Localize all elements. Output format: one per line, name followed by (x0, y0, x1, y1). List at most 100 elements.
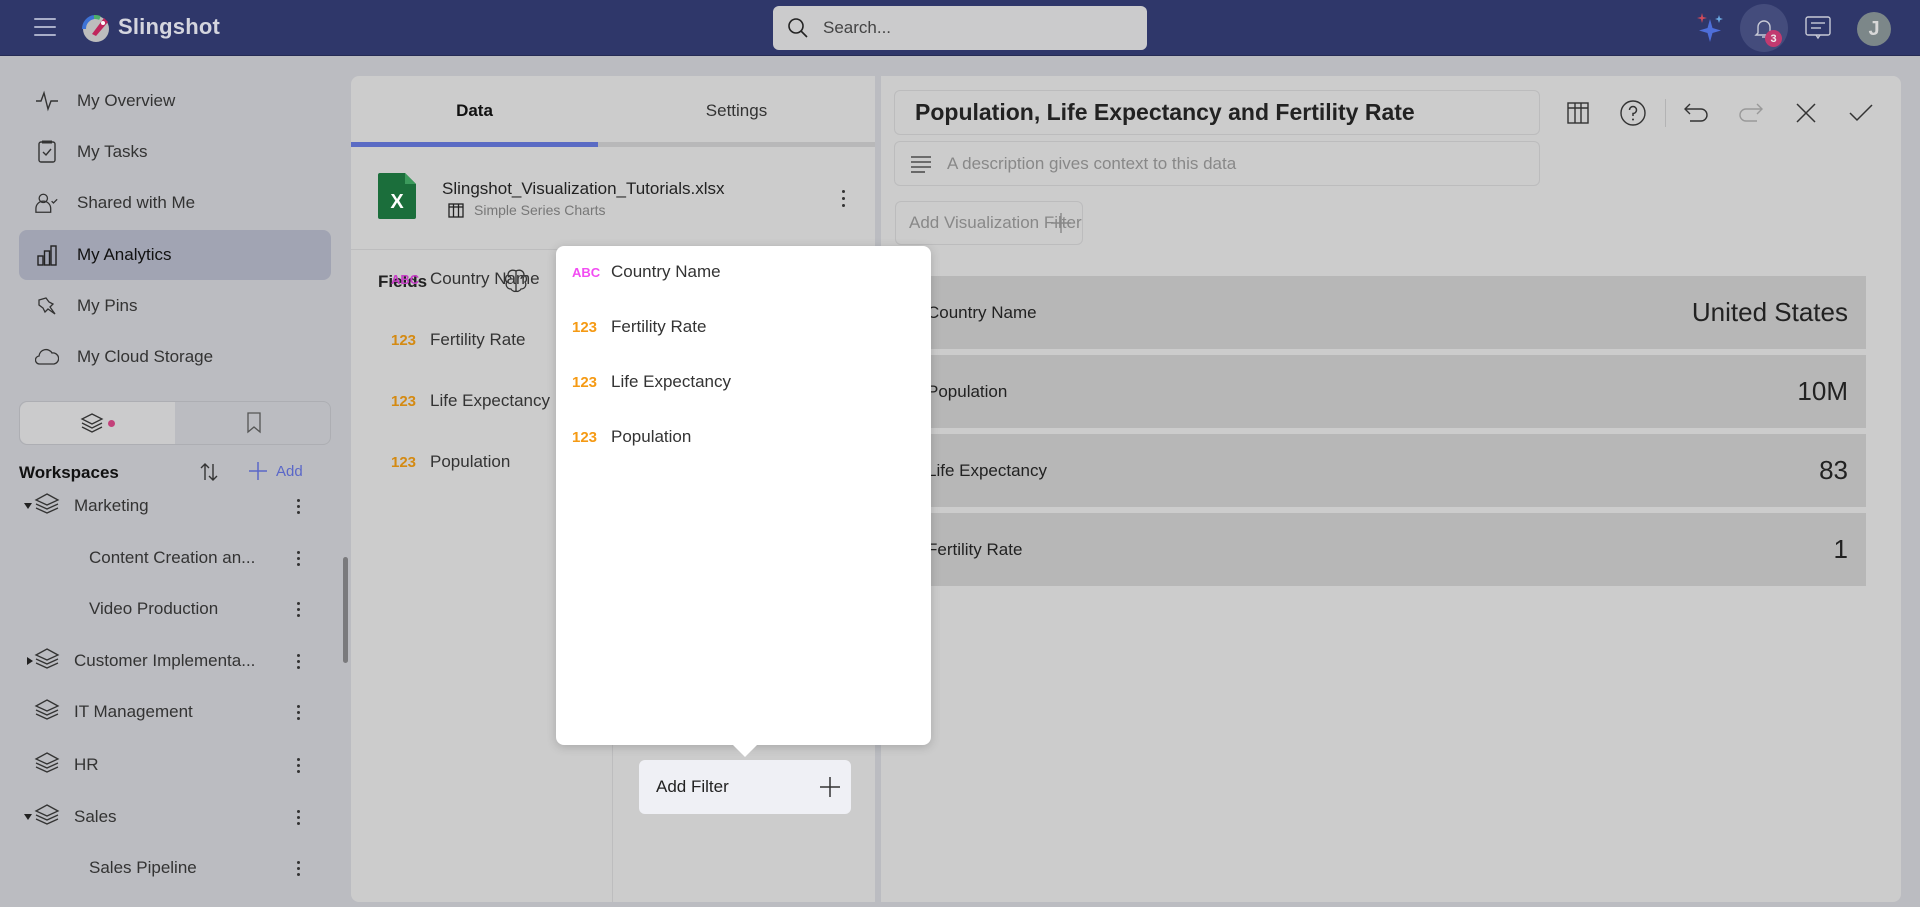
messages-icon[interactable] (1798, 8, 1838, 48)
caret-down-icon[interactable] (24, 503, 32, 509)
data-source-more-icon[interactable] (837, 186, 849, 210)
text-lines-icon (911, 155, 931, 173)
workspace-view-toggle (19, 401, 331, 445)
kpi-value: 83 (1819, 455, 1848, 485)
bar-chart-icon (35, 243, 59, 267)
visualization-title: Population, Life Expectancy and Fertilit… (915, 99, 1415, 125)
data-source-sheet: Simple Series Charts (448, 202, 606, 218)
confirm-check-icon[interactable] (1843, 95, 1879, 131)
workspace-label: Marketing (74, 496, 149, 515)
workspace-label: Customer Implementa... (74, 651, 256, 670)
description-field[interactable] (894, 141, 1540, 186)
workspace-label: Content Creation an... (89, 548, 256, 567)
layers-icon (34, 751, 60, 780)
workspace-item[interactable]: HR (0, 745, 320, 785)
redo-icon[interactable] (1733, 95, 1769, 131)
search-icon (788, 18, 808, 38)
sort-icon[interactable] (197, 460, 221, 489)
field-picker-label: Population (611, 427, 692, 446)
workspace-item[interactable]: Marketing (0, 486, 320, 526)
user-avatar[interactable]: J (1857, 12, 1891, 46)
tab-settings[interactable]: Settings (598, 76, 875, 146)
sidebar-item-my-pins[interactable]: My Pins (19, 281, 331, 331)
layers-icon (34, 492, 60, 521)
cloud-icon (35, 345, 59, 369)
popover-arrow (732, 744, 758, 757)
add-visualization-filter-button[interactable]: Add Visualization Filter (895, 201, 1083, 245)
workspace-label: Video Production (89, 599, 219, 618)
field-type-badge: 123 (391, 453, 417, 471)
bookmarks-tab[interactable] (176, 402, 331, 444)
field-picker-item[interactable]: 123 Population (556, 415, 931, 459)
more-vertical-icon[interactable] (290, 856, 306, 880)
field-type-badge: 123 (572, 373, 598, 391)
top-bar: Slingshot 3 J (0, 0, 1920, 56)
field-label: Fertility Rate (430, 330, 526, 349)
field-type-badge: 123 (391, 392, 417, 410)
workspace-item[interactable]: Video Production (0, 589, 320, 629)
workspace-label: Sales (74, 807, 117, 826)
kpi-row: Country Name United States (917, 276, 1866, 349)
add-workspace-button[interactable]: Add (248, 461, 303, 481)
plus-icon (1051, 213, 1071, 233)
sidebar-item-shared-with-me[interactable]: Shared with Me (19, 178, 331, 228)
pin-icon (35, 294, 59, 318)
more-vertical-icon[interactable] (290, 649, 306, 673)
field-picker-item[interactable]: ABC Country Name (556, 250, 931, 294)
kpi-row: Life Expectancy 83 (917, 434, 1866, 507)
toolbar-divider (1665, 99, 1666, 127)
caret-down-icon[interactable] (24, 814, 32, 820)
more-vertical-icon[interactable] (290, 546, 306, 570)
plus-icon (249, 462, 267, 480)
visualization-panel: Population, Life Expectancy and Fertilit… (881, 76, 1901, 902)
field-picker-label: Country Name (611, 262, 721, 281)
field-type-badge: 123 (572, 318, 598, 336)
table-view-icon[interactable] (1560, 95, 1596, 131)
field-picker-label: Life Expectancy (611, 372, 732, 391)
kpi-label: Population (927, 381, 1008, 401)
undo-icon[interactable] (1678, 95, 1714, 131)
notifications-button[interactable]: 3 (1740, 4, 1788, 52)
field-label: Country Name (430, 269, 540, 288)
workspace-label: Sales Pipeline (89, 858, 197, 877)
search-input[interactable] (823, 18, 1113, 38)
workspace-item[interactable]: Sales (0, 797, 320, 837)
field-type-badge: ABC (391, 271, 420, 287)
search-box[interactable] (773, 6, 1147, 50)
caret-right-icon[interactable] (27, 657, 33, 665)
workspace-item[interactable]: Sales Pipeline (0, 848, 320, 888)
add-filter-button[interactable]: Add Filter (639, 760, 851, 814)
unread-dot (108, 419, 115, 427)
more-vertical-icon[interactable] (290, 597, 306, 621)
field-picker-item[interactable]: 123 Fertility Rate (556, 305, 931, 349)
visualization-title-field[interactable]: Population, Life Expectancy and Fertilit… (894, 90, 1540, 135)
kpi-row: Population 10M (917, 355, 1866, 428)
sidebar-scrollbar[interactable] (343, 557, 348, 663)
kpi-row: Fertility Rate 1 (917, 513, 1866, 586)
tab-data[interactable]: Data (351, 76, 598, 146)
workspace-item[interactable]: IT Management (0, 692, 320, 732)
layers-icon (34, 647, 60, 676)
sidebar-item-my-overview[interactable]: My Overview (19, 76, 331, 126)
slingshot-logo-icon (81, 14, 109, 42)
menu-icon[interactable] (34, 18, 56, 38)
description-input[interactable] (947, 153, 1507, 174)
workspaces-tab[interactable] (20, 402, 175, 444)
ai-sparkle-icon[interactable] (1690, 8, 1730, 48)
kpi-label: Fertility Rate (927, 539, 1023, 559)
help-icon[interactable] (1615, 95, 1651, 131)
more-vertical-icon[interactable] (290, 494, 306, 518)
notification-badge: 3 (1765, 30, 1782, 47)
sidebar-item-my-tasks[interactable]: My Tasks (19, 127, 331, 177)
layers-icon (34, 803, 60, 832)
sidebar-item-my-cloud-storage[interactable]: My Cloud Storage (19, 332, 331, 382)
more-vertical-icon[interactable] (290, 753, 306, 777)
more-vertical-icon[interactable] (290, 805, 306, 829)
close-icon[interactable] (1788, 95, 1824, 131)
workspace-item[interactable]: Customer Implementa... (0, 641, 320, 681)
workspace-item[interactable]: Content Creation an... (0, 538, 320, 578)
field-picker-popover: ABC Country Name 123 Fertility Rate 123 Life … (556, 246, 931, 757)
sidebar-item-my-analytics[interactable]: My Analytics (19, 230, 331, 280)
more-vertical-icon[interactable] (290, 700, 306, 724)
field-picker-item[interactable]: 123 Life Expectancy (556, 360, 931, 404)
